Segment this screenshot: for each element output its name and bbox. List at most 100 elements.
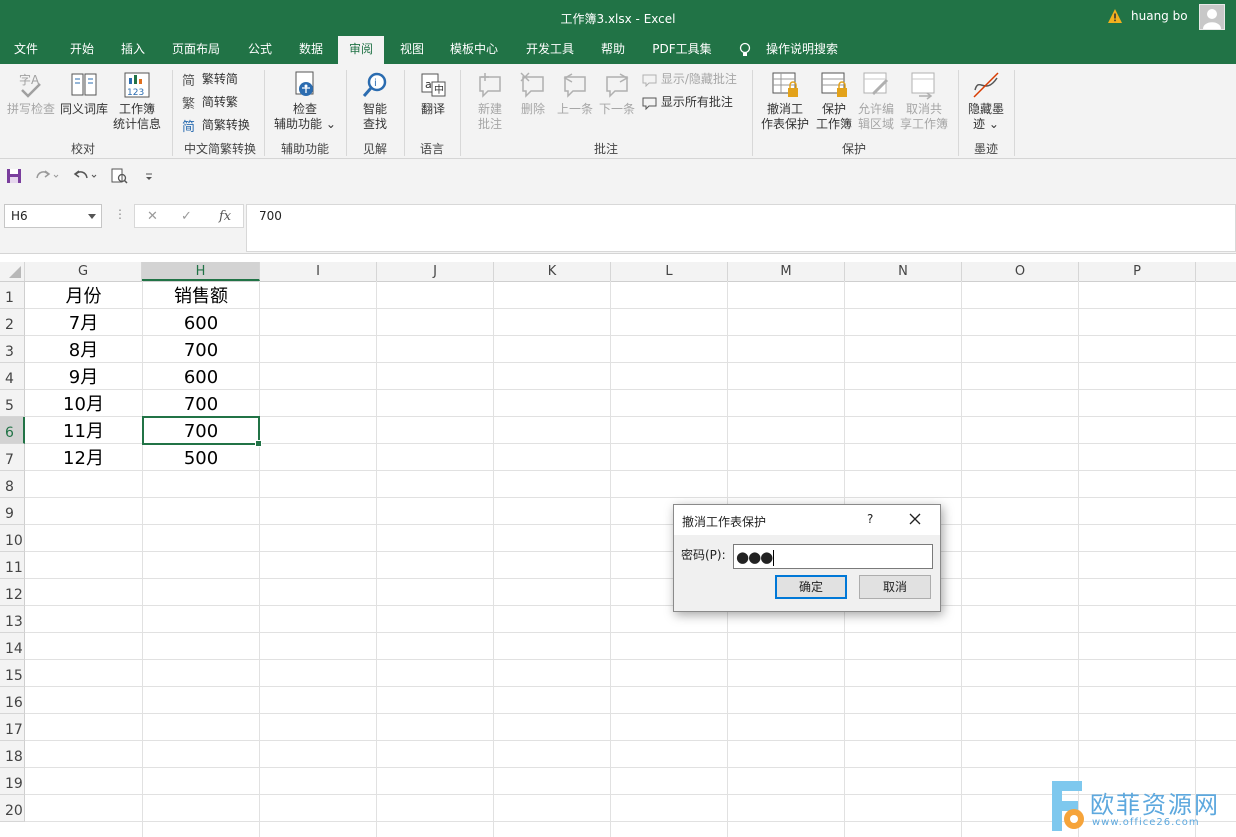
confirm-icon[interactable]: ✓ <box>181 209 192 224</box>
cell-g5[interactable]: 10月 <box>25 390 142 417</box>
customize-toolbar-icon[interactable] <box>144 168 154 184</box>
cell-g2[interactable]: 7月 <box>25 309 142 336</box>
cell-g4[interactable]: 9月 <box>25 363 142 390</box>
cancel-icon[interactable]: ✕ <box>147 209 158 224</box>
tab-home[interactable]: 开始 <box>60 36 104 64</box>
cell-g6[interactable]: 11月 <box>25 417 142 444</box>
name-box[interactable]: H6 <box>4 204 102 228</box>
new-comment-button[interactable]: 新建 批注 <box>468 70 512 132</box>
formula-input[interactable]: 700 <box>246 204 1236 252</box>
row-header-11[interactable]: 11 <box>0 552 25 579</box>
row-header-7[interactable]: 7 <box>0 444 25 471</box>
tab-pdf-tools[interactable]: PDF工具集 <box>646 36 718 64</box>
show-all-comments-button[interactable]: 显示所有批注 <box>642 93 733 111</box>
delete-comment-button[interactable]: 删除 <box>514 70 552 117</box>
ok-button[interactable]: 确定 <box>775 575 847 599</box>
user-name[interactable]: huang bo <box>1131 9 1188 23</box>
row-header-1[interactable]: 1 <box>0 282 25 309</box>
fill-handle[interactable] <box>255 440 262 447</box>
chevron-down-icon[interactable] <box>88 214 96 219</box>
allow-edit-ranges-button[interactable]: 允许编 辑区域 <box>856 70 896 132</box>
column-header-p[interactable]: P <box>1079 262 1196 281</box>
row-header-13[interactable]: 13 <box>0 606 25 633</box>
trad-to-simp-button[interactable]: 简 繁转简 <box>182 70 238 89</box>
row-header-5[interactable]: 5 <box>0 390 25 417</box>
spell-check-button[interactable]: 字A 拼写检查 <box>4 70 58 117</box>
avatar[interactable] <box>1199 4 1225 30</box>
unprotect-sheet-button[interactable]: 撤消工 作表保护 <box>758 70 812 132</box>
cell-h2[interactable]: 600 <box>142 309 260 336</box>
simp-trad-convert-button[interactable]: 简 简繁转换 <box>182 116 250 135</box>
tab-view[interactable]: 视图 <box>390 36 434 64</box>
save-icon[interactable] <box>6 168 22 184</box>
close-icon[interactable] <box>907 511 923 527</box>
row-header-6[interactable]: 6 <box>0 417 25 444</box>
row-header-20[interactable]: 20 <box>0 795 25 822</box>
row-header-16[interactable]: 16 <box>0 687 25 714</box>
row-header-18[interactable]: 18 <box>0 741 25 768</box>
smart-lookup-button[interactable]: i 智能 查找 <box>354 70 396 132</box>
column-header-l[interactable]: L <box>611 262 728 281</box>
next-comment-button[interactable]: 下一条 <box>596 70 638 117</box>
undo-icon[interactable] <box>72 168 98 184</box>
protect-workbook-button[interactable]: 保护 工作簿 <box>814 70 854 132</box>
tab-help[interactable]: 帮助 <box>592 36 634 64</box>
cell-g3[interactable]: 8月 <box>25 336 142 363</box>
cell-h3[interactable]: 700 <box>142 336 260 363</box>
simp-to-trad-button[interactable]: 繁 简转繁 <box>182 93 238 112</box>
cell-h7[interactable]: 500 <box>142 444 260 471</box>
tab-template-center[interactable]: 模板中心 <box>442 36 506 64</box>
check-accessibility-button[interactable]: 检查 辅助功能 ⌄ <box>270 70 340 132</box>
cell-h1[interactable]: 销售额 <box>142 282 260 309</box>
print-preview-icon[interactable] <box>110 168 130 184</box>
cancel-button[interactable]: 取消 <box>859 575 931 599</box>
gridline <box>961 281 962 837</box>
column-header-o[interactable]: O <box>962 262 1079 281</box>
cell-g1[interactable]: 月份 <box>25 282 142 309</box>
row-header-14[interactable]: 14 <box>0 633 25 660</box>
tab-formulas[interactable]: 公式 <box>238 36 282 64</box>
tab-insert[interactable]: 插入 <box>112 36 154 64</box>
tab-data[interactable]: 数据 <box>290 36 332 64</box>
cell-g7[interactable]: 12月 <box>25 444 142 471</box>
column-header-h[interactable]: H <box>142 262 260 281</box>
tab-developer[interactable]: 开发工具 <box>518 36 582 64</box>
password-input[interactable]: ●●● <box>733 544 933 569</box>
row-header-9[interactable]: 9 <box>0 498 25 525</box>
row-header-2[interactable]: 2 <box>0 309 25 336</box>
show-hide-comment-button[interactable]: 显示/隐藏批注 <box>642 70 737 88</box>
tab-file[interactable]: 文件 <box>6 36 46 64</box>
row-header-10[interactable]: 10 <box>0 525 25 552</box>
row-header-15[interactable]: 15 <box>0 660 25 687</box>
row-header-3[interactable]: 3 <box>0 336 25 363</box>
warning-icon[interactable] <box>1107 8 1123 24</box>
column-header-j[interactable]: J <box>377 262 494 281</box>
select-all-corner[interactable] <box>0 262 25 281</box>
help-button[interactable]: ? <box>867 512 873 526</box>
column-header-n[interactable]: N <box>845 262 962 281</box>
row-header-4[interactable]: 4 <box>0 363 25 390</box>
unshare-workbook-button[interactable]: 取消共 享工作簿 <box>898 70 950 132</box>
previous-comment-button[interactable]: 上一条 <box>554 70 596 117</box>
workbook-statistics-button[interactable]: 123 工作簿 统计信息 <box>110 70 164 132</box>
translate-button[interactable]: a中 翻译 <box>412 70 454 117</box>
column-header-g[interactable]: G <box>25 262 142 281</box>
row-header-19[interactable]: 19 <box>0 768 25 795</box>
tell-me-search[interactable]: 操作说明搜索 <box>758 36 846 64</box>
cell-h4[interactable]: 600 <box>142 363 260 390</box>
cell-h5[interactable]: 700 <box>142 390 260 417</box>
tab-page-layout[interactable]: 页面布局 <box>164 36 228 64</box>
row-header-8[interactable]: 8 <box>0 471 25 498</box>
insert-function-icon[interactable]: fx <box>219 209 231 224</box>
redo-icon[interactable] <box>34 168 60 184</box>
row-header-17[interactable]: 17 <box>0 714 25 741</box>
column-header-m[interactable]: M <box>728 262 845 281</box>
more-options-icon[interactable]: ⋮ <box>114 207 126 221</box>
thesaurus-button[interactable]: 同义词库 <box>58 70 110 117</box>
column-header-k[interactable]: K <box>494 262 611 281</box>
hide-ink-button[interactable]: 隐藏墨迹 ⌄ <box>964 70 1008 132</box>
column-header-i[interactable]: I <box>260 262 377 281</box>
tab-review[interactable]: 审阅 <box>338 36 384 66</box>
row-header-12[interactable]: 12 <box>0 579 25 606</box>
dialog-title-bar[interactable]: 撤消工作表保护 ? <box>674 505 940 535</box>
